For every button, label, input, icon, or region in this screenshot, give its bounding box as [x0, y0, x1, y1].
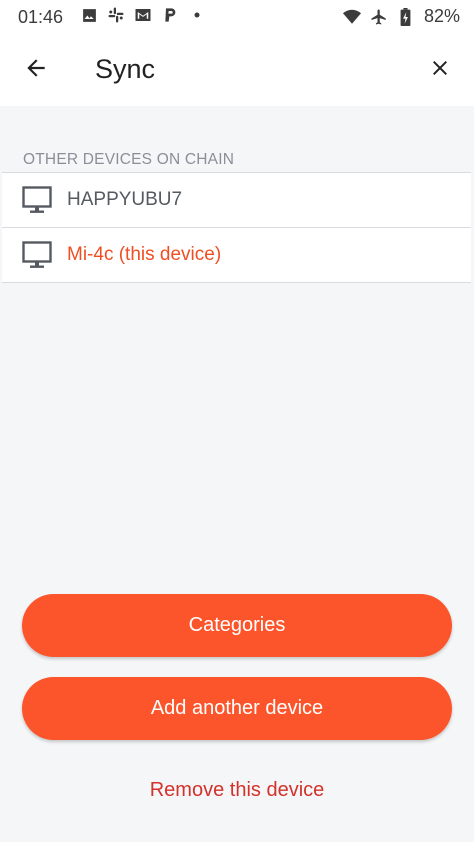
- wifi-icon: [342, 8, 361, 26]
- monitor-icon: [22, 241, 52, 269]
- categories-button[interactable]: Categories: [22, 594, 452, 657]
- system-icons: 82%: [342, 6, 460, 27]
- section-header: OTHER DEVICES ON CHAIN: [23, 151, 235, 168]
- page-title: Sync: [95, 54, 156, 84]
- airplane-icon: [370, 8, 388, 26]
- monitor-icon: [22, 186, 52, 214]
- status-bar: 01:46 82%: [0, 0, 474, 34]
- close-button[interactable]: [422, 52, 458, 88]
- close-icon: [428, 56, 452, 85]
- battery-icon: [397, 7, 415, 26]
- add-device-button[interactable]: Add another device: [22, 677, 452, 740]
- remove-device-link[interactable]: Remove this device: [0, 779, 474, 802]
- app-bar: Sync: [0, 34, 474, 106]
- slack-icon: [107, 6, 125, 24]
- notification-icons: [80, 6, 206, 24]
- battery-percent: 82%: [423, 6, 460, 26]
- device-label: HAPPYUBU7: [67, 189, 183, 210]
- device-list: HAPPYUBU7 Mi-4c (this device): [2, 172, 471, 283]
- paypal-icon: [161, 6, 179, 24]
- device-label-current: Mi-4c (this device): [67, 244, 222, 265]
- arrow-left-icon: [23, 55, 49, 86]
- image-icon: [80, 6, 98, 24]
- status-time: 01:46: [18, 7, 64, 27]
- list-item-current-device[interactable]: Mi-4c (this device): [2, 228, 471, 283]
- back-button[interactable]: [18, 52, 54, 88]
- list-item-device[interactable]: HAPPYUBU7: [2, 173, 471, 228]
- gmail-icon: [134, 6, 152, 24]
- dot-icon: [188, 6, 206, 24]
